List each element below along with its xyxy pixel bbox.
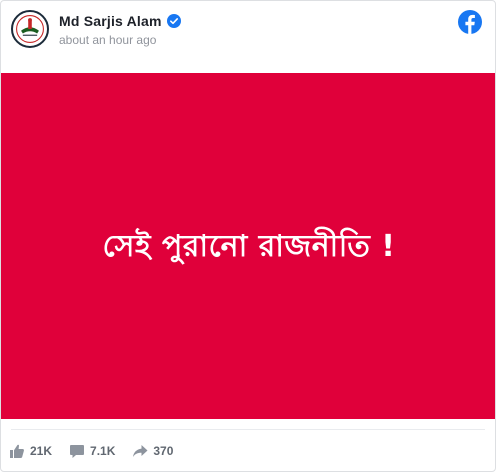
post-timestamp[interactable]: about an hour ago (59, 33, 156, 47)
avatar-emblem-icon (14, 13, 46, 45)
shares-count: 370 (153, 444, 174, 458)
post-image[interactable]: সেই পুরানো রাজনীতি ! (1, 73, 495, 419)
engagement-stats: 21K 7.1K 370 (9, 442, 190, 460)
comment-icon (69, 443, 85, 459)
divider (11, 429, 485, 430)
shares-stat[interactable]: 370 (132, 443, 173, 459)
likes-stat[interactable]: 21K (9, 443, 52, 459)
verified-badge-icon (166, 14, 181, 28)
author-avatar[interactable] (11, 10, 49, 48)
comments-stat[interactable]: 7.1K (69, 443, 115, 459)
likes-count: 21K (30, 444, 53, 458)
comments-count: 7.1K (90, 444, 116, 458)
thumbs-up-icon (9, 443, 25, 459)
facebook-icon[interactable] (458, 10, 482, 34)
share-arrow-icon (132, 443, 148, 459)
post-header: Md Sarjis Alam about an hour ago (1, 1, 495, 73)
author-row: Md Sarjis Alam (59, 12, 181, 30)
facebook-post-card: Md Sarjis Alam about an hour ago সেই পুর… (0, 0, 496, 472)
post-image-text: সেই পুরানো রাজনীতি ! (102, 228, 396, 264)
author-name[interactable]: Md Sarjis Alam (59, 13, 162, 29)
